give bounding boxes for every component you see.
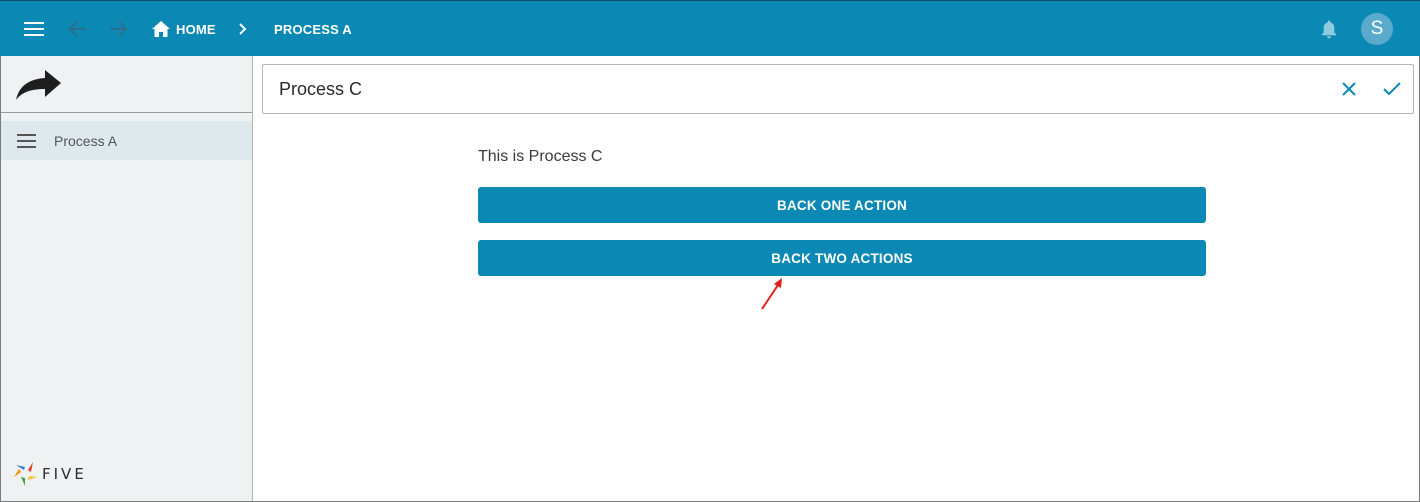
sidebar-item-label: Process A (54, 132, 118, 149)
bell-icon (1321, 20, 1337, 38)
breadcrumb-process-a[interactable]: PROCESS A (274, 1, 352, 57)
form-title: Process C (279, 78, 363, 99)
check-icon (1383, 82, 1401, 96)
breadcrumb-process-a-label: PROCESS A (274, 21, 352, 37)
five-logo-icon (14, 462, 37, 486)
menu-icon (17, 133, 36, 148)
forward-button[interactable] (106, 1, 130, 57)
form-header: Process C (262, 64, 1414, 114)
menu-icon (24, 22, 44, 36)
home-icon (152, 21, 170, 37)
breadcrumb-separator (238, 1, 248, 57)
confirm-button[interactable] (1381, 78, 1403, 100)
main-menu-button[interactable] (20, 1, 48, 57)
arrow-left-icon (69, 21, 86, 37)
top-app-bar: HOME PROCESS A S (0, 0, 1420, 56)
sidebar: Process A FIVE (1, 56, 253, 501)
back-button[interactable] (66, 1, 90, 57)
chevron-right-icon (239, 23, 247, 35)
breadcrumb-home[interactable]: HOME (152, 1, 216, 57)
process-description: This is Process C (478, 148, 603, 165)
avatar-initial: S (1370, 18, 1384, 39)
sidebar-header (1, 56, 252, 113)
back-one-action-button[interactable]: BACK ONE ACTION (478, 187, 1206, 223)
user-avatar[interactable]: S (1361, 13, 1393, 45)
arrow-right-icon (110, 21, 127, 37)
share-arrow-icon (16, 70, 61, 100)
close-icon (1342, 82, 1356, 96)
breadcrumb-home-label: HOME (176, 21, 216, 37)
annotation-arrow-icon (761, 278, 782, 310)
brand-name: FIVE (42, 465, 87, 483)
five-logo: FIVE (14, 462, 87, 486)
notifications-button[interactable] (1318, 1, 1340, 57)
sidebar-item-process-a[interactable]: Process A (1, 121, 252, 160)
cancel-button[interactable] (1338, 78, 1360, 100)
back-two-actions-button[interactable]: BACK TWO ACTIONS (478, 240, 1206, 276)
